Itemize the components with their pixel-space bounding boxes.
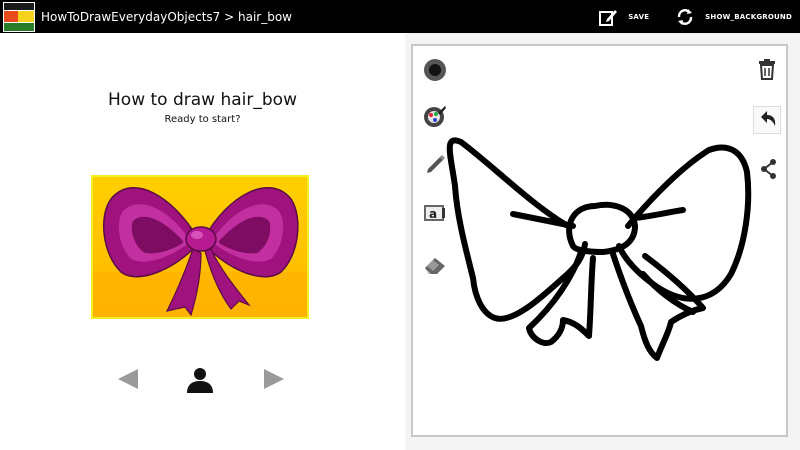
left-triangle-icon: [118, 369, 138, 389]
next-button[interactable]: [262, 368, 286, 394]
save-label: SAVE: [628, 12, 650, 21]
show-background-label: SHOW_BACKGROUND: [705, 12, 792, 21]
save-icon: [598, 7, 618, 27]
pink-bow-illustration: [93, 187, 307, 317]
lesson-title: How to draw hair_bow: [108, 90, 297, 110]
action-bar: HowToDrawEverydayObjects7 > hair_bow SAV…: [0, 0, 800, 33]
refresh-icon: [675, 7, 695, 27]
lesson-subtitle: Ready to start?: [164, 114, 241, 125]
save-button[interactable]: SAVE: [598, 7, 649, 27]
reference-image: [91, 175, 309, 319]
profile-button[interactable]: [185, 367, 215, 397]
lesson-panel: How to draw hair_bow Ready to start?: [0, 33, 405, 450]
app-logo-icon[interactable]: [3, 1, 35, 32]
right-triangle-icon: [264, 369, 284, 389]
previous-button[interactable]: [116, 368, 140, 394]
show-background-button[interactable]: SHOW_BACKGROUND: [675, 7, 792, 27]
drawing-canvas[interactable]: a: [411, 44, 788, 437]
person-icon: [187, 368, 213, 393]
breadcrumb: HowToDrawEverydayObjects7 > hair_bow: [41, 9, 292, 24]
user-drawing: [446, 137, 752, 361]
